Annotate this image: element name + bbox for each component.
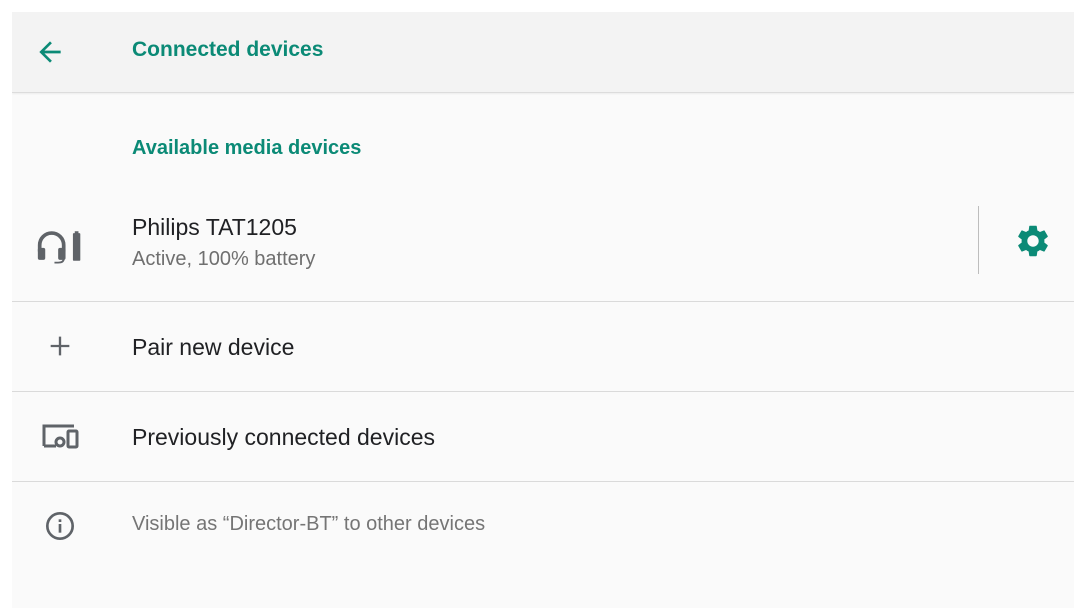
device-status: Active, 100% battery bbox=[132, 248, 316, 270]
device-row[interactable]: Philips TAT1205 Active, 100% battery bbox=[12, 192, 1074, 300]
pair-new-device-label: Pair new device bbox=[132, 334, 295, 360]
device-settings-button[interactable] bbox=[1008, 218, 1058, 264]
previously-connected-label: Previously connected devices bbox=[132, 424, 435, 450]
headset-battery-icon bbox=[36, 224, 84, 268]
info-icon bbox=[36, 506, 84, 546]
pair-new-device-row[interactable]: Pair new device bbox=[12, 302, 1074, 391]
device-name: Philips TAT1205 bbox=[132, 214, 297, 240]
page-title: Connected devices bbox=[132, 38, 324, 61]
back-button[interactable] bbox=[34, 34, 82, 70]
divider bbox=[12, 481, 1074, 482]
section-header-media: Available media devices bbox=[132, 137, 362, 159]
arrow-back-icon bbox=[39, 41, 61, 63]
app-bar: Connected devices bbox=[12, 12, 1074, 93]
divider-vertical bbox=[978, 206, 979, 274]
gear-icon bbox=[1018, 225, 1048, 257]
plus-icon bbox=[36, 326, 84, 366]
previously-connected-row[interactable]: Previously connected devices bbox=[12, 392, 1074, 481]
visibility-info-text: Visible as “Director-BT” to other device… bbox=[132, 513, 486, 535]
settings-screen: Connected devices Available media device… bbox=[12, 12, 1074, 608]
devices-icon bbox=[36, 416, 84, 456]
